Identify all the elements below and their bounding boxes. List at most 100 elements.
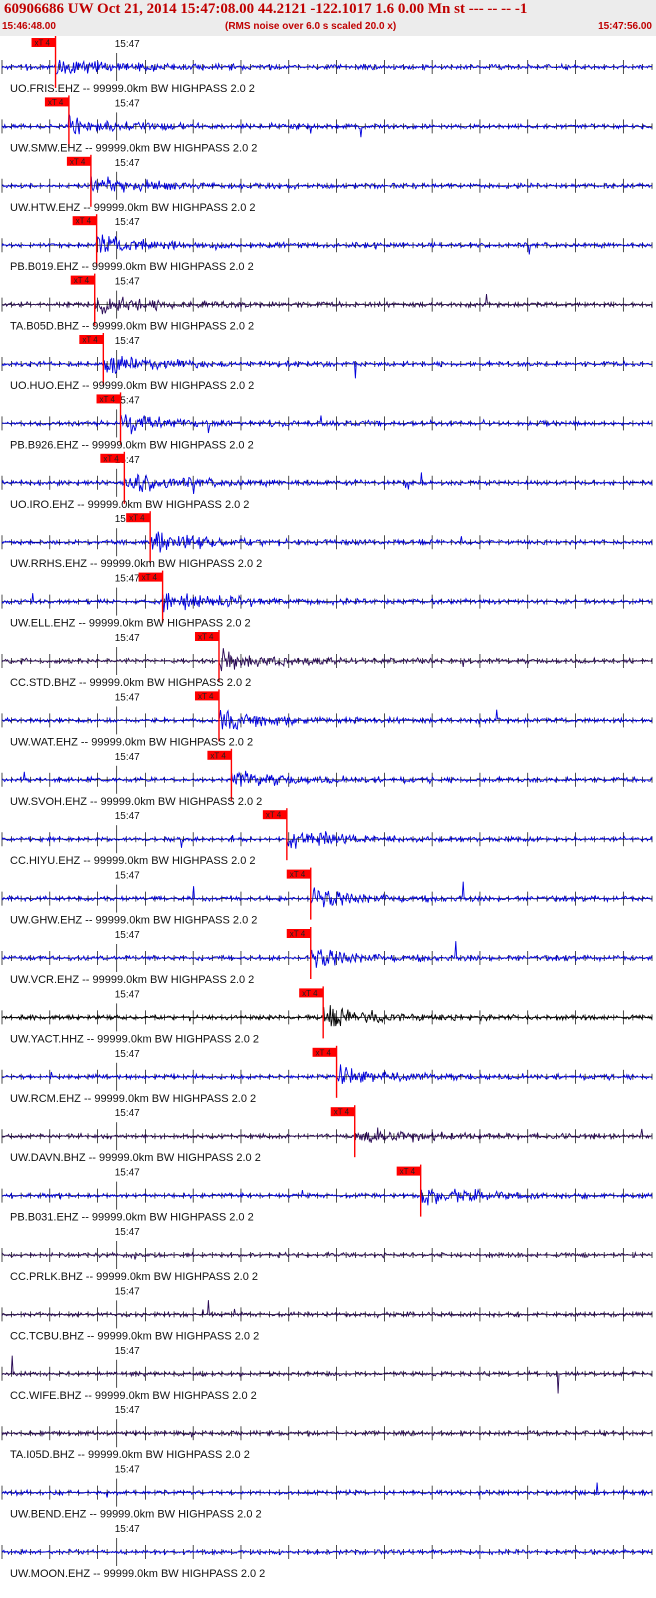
trace-row: 15:47 CC.WIFE.BHZ -- 99999.0km BW HIGHPAS…	[1, 1346, 653, 1402]
waveform	[1, 1300, 653, 1319]
trace-row: 15:47 xT 4 UO.HUO.EHZ -- 99999.0km BW HIGH…	[1, 333, 653, 392]
waveform	[1, 1005, 653, 1027]
trace-row: 15:47 CC.TCBU.BHZ -- 99999.0km BW HIGHPAS…	[1, 1286, 653, 1342]
pick-label: xT 4	[400, 1167, 416, 1176]
pick-label: xT 4	[82, 336, 98, 345]
minute-tick-label: 15:47	[115, 158, 140, 169]
seismogram-chart: 15:47xT 4UO.FRIS.EHZ -- 99999.0km BW HIG…	[1, 36, 653, 1580]
minute-tick-label: 15:47	[115, 1405, 140, 1416]
end-time: 15:47:56.00	[598, 21, 652, 32]
trace-row: 15:47 UW.MOON.EHZ -- 99999.0km BW HIGHPAS…	[1, 1524, 653, 1580]
station-label: UW.RRHS.EHZ -- 99999.0km BW HIGHPASS 2.0…	[10, 558, 262, 570]
station-label: UO.IRO.EHZ -- 99999.0km BW HIGHPASS 2.0 …	[10, 499, 249, 511]
pick-label: xT 4	[302, 989, 318, 998]
minute-tick-label: 15:47	[115, 930, 140, 941]
station-label: UW.DAVN.BHZ -- 99999.0km BW HIGHPASS 2.0…	[10, 1152, 261, 1164]
event-title: 60906686 UW Oct 21, 2014 15:47:08.00 44.…	[4, 1, 528, 17]
minute-tick-label: 15:47	[115, 989, 140, 1000]
trace-row: 15:47 xT 4 UW.DAVN.BHZ -- 99999.0km BW HIG…	[1, 1105, 653, 1164]
waveform	[1, 881, 653, 908]
pick-label: xT 4	[74, 276, 90, 285]
station-label: TA.I05D.BHZ -- 99999.0km BW HIGHPASS 2.0…	[10, 1449, 250, 1461]
trace-row: 15:47 xT 4 UW.SMW.EHZ -- 99999.0km BW HIGH…	[1, 95, 653, 154]
minute-tick-label: 15:47	[115, 633, 140, 644]
minute-tick-label: 15:47	[115, 811, 140, 822]
waveform	[1, 1127, 653, 1143]
station-label: CC.TCBU.BHZ -- 99999.0km BW HIGHPASS 2.0…	[10, 1330, 259, 1342]
station-label: UW.VCR.EHZ -- 99999.0km BW HIGHPASS 2.0 …	[10, 974, 254, 986]
trace-row: 15:47 xT 4 UW.GHW.EHZ -- 99999.0km BW HIGH…	[1, 867, 653, 927]
station-label: UW.SVOH.EHZ -- 99999.0km BW HIGHPASS 2.0…	[10, 796, 262, 808]
pick-label: xT 4	[210, 751, 226, 760]
rms-note: (RMS noise over 6.0 s scaled 20.0 x)	[225, 21, 397, 32]
station-label: CC.HIYU.EHZ -- 99999.0km BW HIGHPASS 2.0…	[10, 855, 256, 867]
pick-label: xT 4	[290, 930, 306, 939]
station-label: PB.B031.EHZ -- 99999.0km BW HIGHPASS 2.0…	[10, 1212, 254, 1224]
seismogram-panel: 15:47 xT 4 UO.FRIS.EHZ -- 99999.0km BW HIG…	[0, 36, 656, 1598]
pick-label: xT 4	[198, 633, 214, 642]
minute-tick-label: 15:47	[115, 574, 140, 585]
waveform	[1, 414, 653, 435]
pick-label: xT 4	[142, 573, 158, 582]
minute-tick-label: 15:47	[115, 98, 140, 109]
trace-row: 15:47 CC.PRLK.BHZ -- 99999.0km BW HIGHPAS…	[1, 1227, 653, 1283]
minute-tick-label: 15:47	[115, 217, 140, 228]
pick-label: xT 4	[129, 514, 145, 523]
waveform	[1, 831, 653, 849]
pick-label: xT 4	[48, 98, 64, 107]
trace-row: 15:47 xT 4 UO.FRIS.EHZ -- 99999.0km BW HIG…	[1, 36, 653, 95]
minute-tick-label: 15:47	[115, 1168, 140, 1179]
station-label: UW.ELL.EHZ -- 99999.0km BW HIGHPASS 2.0 …	[10, 618, 251, 630]
pick-label: xT 4	[198, 692, 214, 701]
station-label: UW.BEND.EHZ -- 99999.0km BW HIGHPASS 2.0…	[10, 1509, 262, 1521]
station-label: UO.HUO.EHZ -- 99999.0km BW HIGHPASS 2.0 …	[10, 380, 254, 392]
station-label: CC.STD.BHZ -- 99999.0km BW HIGHPASS 2.0 …	[10, 677, 251, 689]
minute-tick-label: 15:47	[115, 1227, 140, 1238]
waveform	[1, 593, 653, 613]
station-label: UO.FRIS.EHZ -- 99999.0km BW HIGHPASS 2.0…	[10, 83, 255, 95]
minute-tick-label: 15:47	[115, 1524, 140, 1535]
pick-label: xT 4	[70, 157, 86, 166]
minute-tick-label: 15:47	[115, 336, 140, 347]
waveform	[1, 356, 652, 379]
station-label: TA.B05D.BHZ -- 99999.0km BW HIGHPASS 2.0…	[10, 321, 254, 333]
pick-label: xT 4	[266, 811, 282, 820]
trace-row: 15:47 xT 4 UW.SVOH.EHZ -- 99999.0km BW HIG…	[1, 748, 653, 808]
trace-row: 15:47xT 4UW.RRHS.EHZ -- 99999.0km BW HIG…	[1, 511, 653, 570]
minute-tick-label: 15:47	[115, 1346, 140, 1357]
station-label: UW.MOON.EHZ -- 99999.0km BW HIGHPASS 2.0…	[10, 1568, 265, 1580]
trace-row: 15:47 xT 4 CC.STD.BHZ -- 99999.0km BW HIGH…	[1, 630, 653, 689]
trace-row: 15:47 UW.BEND.EHZ -- 99999.0km BW HIGHPAS…	[1, 1465, 653, 1521]
pick-label: xT 4	[290, 870, 306, 879]
minute-tick-label: 15:47	[115, 752, 140, 763]
trace-row: 15:47 xT 4 TA.B05D.BHZ -- 99999.0km BW HIG…	[1, 273, 653, 333]
station-label: UW.SMW.EHZ -- 99999.0km BW HIGHPASS 2.0 …	[10, 142, 257, 154]
pick-label: xT 4	[76, 217, 92, 226]
minute-tick-label: 15:47	[115, 692, 140, 703]
minute-tick-label: 15:47	[115, 39, 140, 50]
minute-tick-label: 15:47	[115, 871, 140, 882]
station-label: PB.B926.EHZ -- 99999.0km BW HIGHPASS 2.0…	[10, 439, 254, 451]
trace-row: 15:47 xT 4 UW.VCR.EHZ -- 99999.0km BW HIGH…	[1, 927, 653, 986]
trace-row: 15:47 xT 4 PB.B019.EHZ -- 99999.0km BW HIG…	[1, 214, 653, 273]
minute-tick-label: 15:47	[115, 1049, 140, 1060]
trace-row: 15:47 xT 4 UW.HTW.EHZ -- 99999.0km BW HIGH…	[1, 154, 653, 214]
waveform	[1, 113, 653, 138]
station-label: PB.B019.EHZ -- 99999.0km BW HIGHPASS 2.0…	[10, 261, 254, 273]
station-label: CC.WIFE.BHZ -- 99999.0km BW HIGHPASS 2.0…	[10, 1390, 257, 1402]
minute-tick-label: 15:47	[115, 1465, 140, 1476]
pick-label: xT 4	[316, 1048, 332, 1057]
start-time: 15:46:48.00	[2, 21, 56, 32]
trace-row: 15:47 xT 4 UW.ELL.EHZ -- 99999.0km BW HIGH…	[1, 570, 653, 630]
waveform	[1, 941, 653, 968]
waveform	[1, 531, 653, 553]
trace-row: 15:47 xT 4 CC.HIYU.EHZ -- 99999.0km BW HIG…	[1, 808, 653, 867]
pick-label: xT 4	[100, 395, 116, 404]
station-label: UW.HTW.EHZ -- 99999.0km BW HIGHPASS 2.0 …	[10, 202, 256, 214]
station-label: UW.RCM.EHZ -- 99999.0km BW HIGHPASS 2.0 …	[10, 1093, 256, 1105]
waveform	[1, 472, 653, 495]
minute-tick-label: 15:47	[115, 1286, 140, 1297]
trace-row: 15:47xT 4PB.B926.EHZ -- 99999.0km BW HIG…	[1, 392, 653, 451]
trace-row: 15:47 xT 4 UW.YACT.HHZ -- 99999.0km BW HIG…	[1, 986, 653, 1045]
pick-label: xT 4	[334, 1108, 350, 1117]
